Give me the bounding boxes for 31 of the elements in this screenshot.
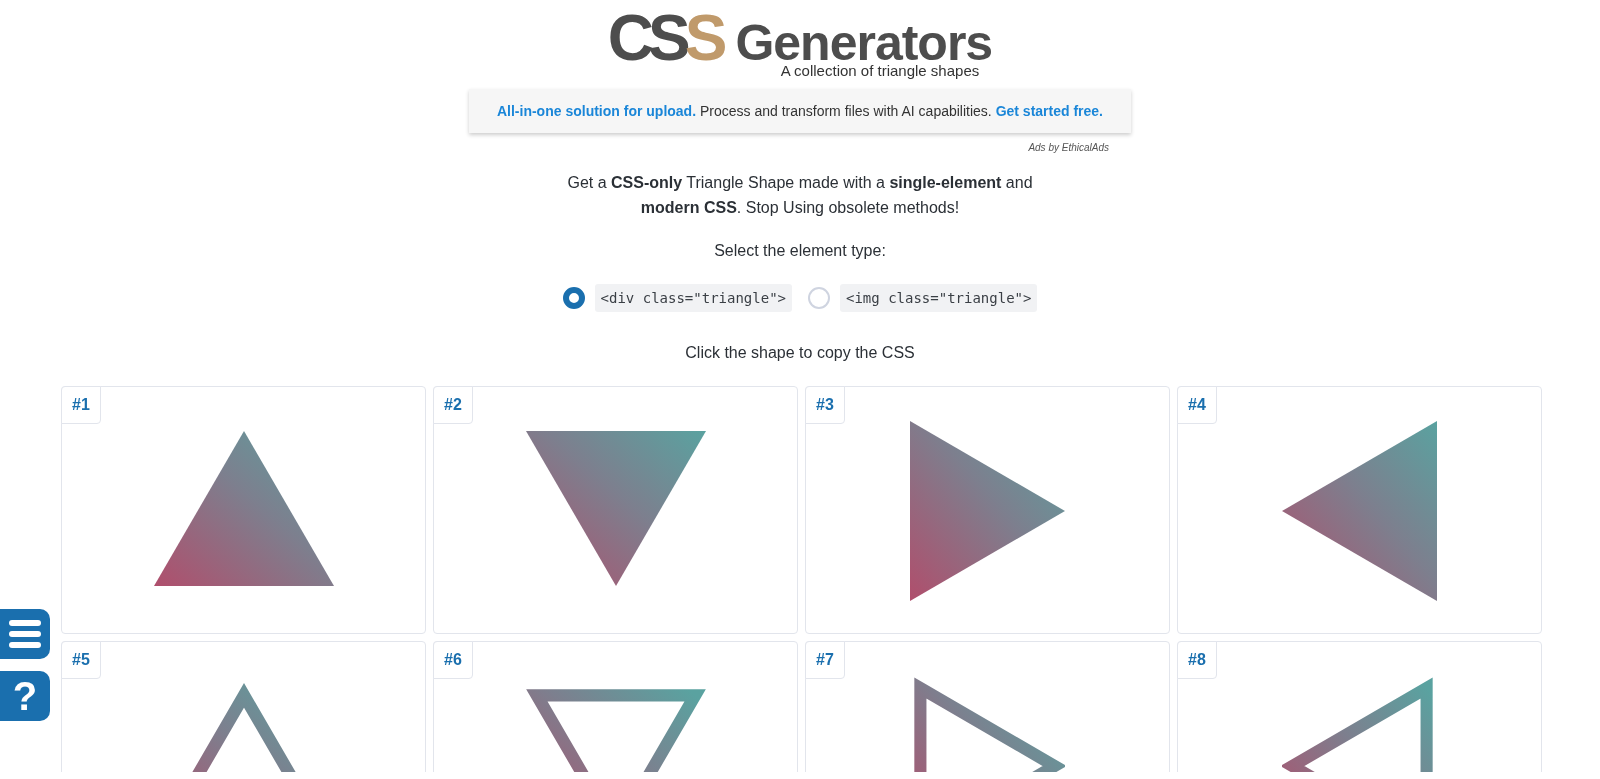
shape-card[interactable]: #5 <box>61 641 426 772</box>
shape-card[interactable]: #7 <box>805 641 1170 772</box>
tagline: A collection of triangle shapes <box>780 62 980 79</box>
option-label[interactable]: <img class="triangle"> <box>840 284 1038 312</box>
help-button[interactable]: ? <box>0 671 50 721</box>
card-number: #8 <box>1177 641 1217 679</box>
ad-banner: All-in-one solution for upload. Process and transform files with AI capabilities. Get started free. <box>469 89 1131 133</box>
card-number: #1 <box>61 386 101 424</box>
menu-icon <box>9 620 41 648</box>
shape-card[interactable]: #2 <box>433 386 798 634</box>
menu-button[interactable] <box>0 609 50 659</box>
hint-text: Click the shape to copy the CSS <box>685 344 915 362</box>
prompt-label: Select the element type: <box>714 242 886 260</box>
card-number: #7 <box>805 641 845 679</box>
card-number: #2 <box>433 386 473 424</box>
shape-card[interactable]: #4 <box>1177 386 1542 634</box>
option-label[interactable]: <div class="triangle"> <box>594 284 792 312</box>
ad-link[interactable]: Get started free. <box>995 103 1103 119</box>
shape-card[interactable]: #8 <box>1177 641 1542 772</box>
shape-card[interactable]: #6 <box>433 641 798 772</box>
intro-text: Get a CSS-only Triangle Shape made with a single-element and modern CSS. Stop Using obsolete methods! <box>566 173 1034 218</box>
card-number: #5 <box>61 641 101 679</box>
card-number: #4 <box>1177 386 1217 424</box>
shape-card[interactable]: #1 <box>61 386 426 634</box>
logo-mark: CSS <box>607 6 722 70</box>
card-number: #6 <box>433 641 473 679</box>
radio-button[interactable] <box>562 287 585 309</box>
ad-credit: Ads by EthicalAds <box>1027 142 1110 153</box>
ad-link[interactable]: All-in-one solution for upload. <box>496 103 697 119</box>
card-number: #3 <box>805 386 845 424</box>
shape-card[interactable]: #3 <box>805 386 1170 634</box>
